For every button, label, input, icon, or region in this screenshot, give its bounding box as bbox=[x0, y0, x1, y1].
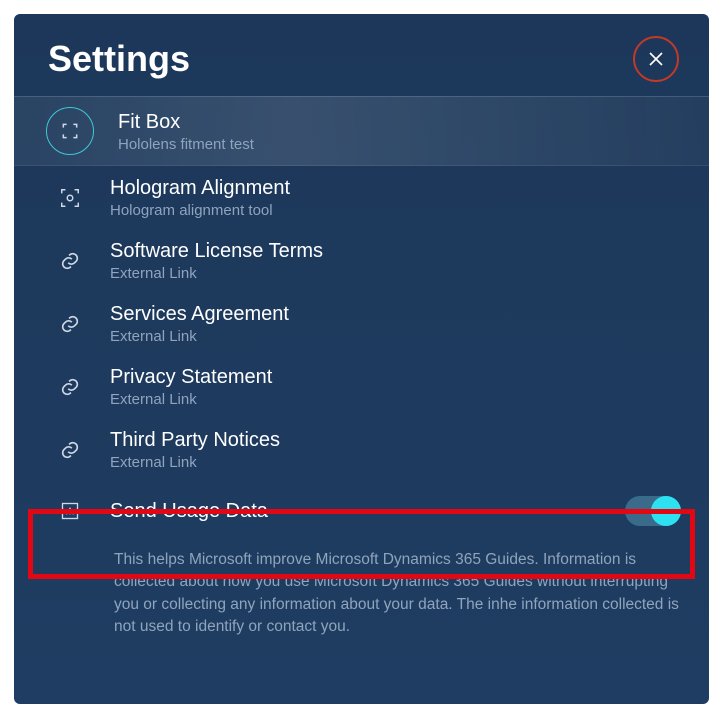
settings-item-fitbox[interactable]: Fit Box Hololens fitment test bbox=[14, 96, 709, 166]
toggle-knob bbox=[651, 496, 681, 526]
settings-item-alignment[interactable]: Hologram Alignment Hologram alignment to… bbox=[14, 166, 709, 229]
item-title: Third Party Notices bbox=[110, 428, 280, 452]
alignment-icon bbox=[54, 182, 86, 214]
usage-toggle[interactable] bbox=[625, 496, 681, 526]
send-usage-row: Send Usage Data bbox=[14, 481, 709, 541]
item-subtitle: External Link bbox=[110, 391, 272, 408]
toggle-label: Send Usage Data bbox=[110, 500, 601, 523]
item-title: Privacy Statement bbox=[110, 365, 272, 389]
close-icon bbox=[647, 50, 665, 68]
item-subtitle: External Link bbox=[110, 265, 323, 282]
item-subtitle: External Link bbox=[110, 454, 280, 471]
item-title: Fit Box bbox=[118, 110, 254, 134]
page-title: Settings bbox=[48, 38, 190, 80]
link-icon bbox=[54, 371, 86, 403]
header: Settings bbox=[14, 14, 709, 96]
close-button[interactable] bbox=[633, 36, 679, 82]
fitbox-icon bbox=[46, 107, 94, 155]
settings-item-thirdparty[interactable]: Third Party Notices External Link bbox=[14, 418, 709, 481]
settings-item-services[interactable]: Services Agreement External Link bbox=[14, 292, 709, 355]
link-icon bbox=[54, 245, 86, 277]
item-title: Software License Terms bbox=[110, 239, 323, 263]
settings-panel: Settings Fit Box Hololens fitment test H… bbox=[14, 14, 709, 704]
link-icon bbox=[54, 434, 86, 466]
item-subtitle: External Link bbox=[110, 328, 289, 345]
link-icon bbox=[54, 308, 86, 340]
item-subtitle: Hologram alignment tool bbox=[110, 202, 290, 219]
usage-description: This helps Microsoft improve Microsoft D… bbox=[14, 541, 709, 639]
settings-item-license[interactable]: Software License Terms External Link bbox=[14, 229, 709, 292]
chart-icon bbox=[54, 495, 86, 527]
settings-item-privacy[interactable]: Privacy Statement External Link bbox=[14, 355, 709, 418]
item-subtitle: Hololens fitment test bbox=[118, 136, 254, 153]
item-title: Hologram Alignment bbox=[110, 176, 290, 200]
item-title: Services Agreement bbox=[110, 302, 289, 326]
